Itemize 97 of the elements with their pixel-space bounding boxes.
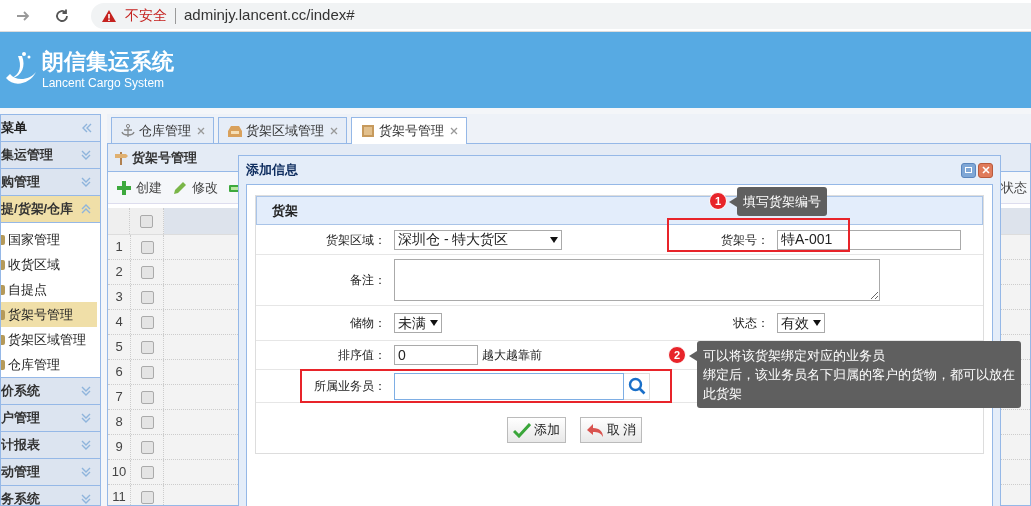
signpost-icon bbox=[114, 150, 128, 165]
tab[interactable]: 货架号管理 bbox=[351, 117, 467, 144]
expand-icon bbox=[80, 492, 92, 505]
checkbox[interactable] bbox=[140, 365, 154, 379]
menu-group[interactable]: 价系统 bbox=[1, 378, 100, 405]
menu-item[interactable]: 国家管理 bbox=[1, 227, 97, 252]
row-number: 4 bbox=[114, 313, 124, 332]
anchor-icon bbox=[120, 122, 136, 139]
checkbox[interactable] bbox=[140, 465, 154, 479]
caret-icon bbox=[430, 320, 438, 326]
select-field[interactable]: 有效 bbox=[777, 313, 825, 333]
tab[interactable]: 仓库管理 bbox=[111, 117, 214, 143]
maximize-icon bbox=[965, 167, 972, 173]
menu-group[interactable]: 务系统 bbox=[1, 486, 100, 505]
expand-icon bbox=[80, 175, 92, 189]
row-number: 3 bbox=[114, 288, 124, 307]
close-button[interactable] bbox=[978, 162, 993, 178]
collapse-icon bbox=[80, 202, 92, 216]
row-number: 7 bbox=[114, 388, 124, 407]
hint-text: 越大越靠前 bbox=[482, 347, 542, 364]
app-subtitle: Lancent Cargo System bbox=[42, 75, 166, 91]
maximize-button[interactable] bbox=[961, 162, 976, 178]
row-number: 2 bbox=[114, 263, 124, 282]
tooltip: 填写货架编号 bbox=[729, 187, 827, 216]
field-label: 备注： bbox=[349, 272, 387, 289]
field-label: 货架号： bbox=[720, 231, 770, 249]
input-field[interactable] bbox=[394, 372, 624, 400]
search-button[interactable] bbox=[624, 372, 650, 400]
tooltip: 可以将该货架绑定对应的业务员 绑定后，该业务员名下归属的客户的货物，都可以放在 此货架 bbox=[689, 341, 1021, 408]
field-label: 货架区域： bbox=[325, 231, 387, 249]
expand-icon bbox=[80, 411, 92, 425]
check-icon bbox=[512, 422, 531, 438]
input-field[interactable]: 0 bbox=[394, 345, 478, 365]
row-number: 8 bbox=[114, 413, 124, 432]
menu-item[interactable]: 货架号管理 bbox=[1, 302, 97, 327]
expand-icon bbox=[80, 465, 92, 479]
menu-group[interactable]: 提/货架/仓库 bbox=[1, 196, 100, 223]
input-field[interactable]: 特A-001 bbox=[777, 229, 961, 250]
checkbox[interactable] bbox=[140, 240, 154, 254]
menu-group[interactable]: 动管理 bbox=[1, 459, 100, 486]
undo-arrow-icon bbox=[585, 422, 604, 438]
field-label: 储物： bbox=[349, 315, 387, 332]
box-icon bbox=[360, 123, 376, 139]
expand-icon bbox=[80, 384, 92, 398]
caret-icon bbox=[813, 320, 821, 326]
plus-icon bbox=[116, 179, 132, 196]
menu-item[interactable]: 仓库管理 bbox=[1, 352, 97, 377]
row-number: 6 bbox=[114, 363, 124, 382]
menu-item[interactable]: 货架区域管理 bbox=[1, 327, 97, 352]
close-icon bbox=[197, 126, 205, 135]
warning-icon bbox=[101, 8, 117, 23]
row-number: 5 bbox=[114, 338, 124, 357]
menu-item[interactable]: 自提点 bbox=[1, 277, 97, 302]
field-label: 状态： bbox=[732, 315, 770, 332]
checkbox[interactable] bbox=[140, 415, 154, 429]
toolbar-button[interactable]: 创建 bbox=[116, 177, 162, 198]
menu-item[interactable]: 收货区域 bbox=[1, 252, 97, 277]
row-number: 11 bbox=[111, 488, 127, 505]
checkbox[interactable] bbox=[140, 340, 154, 354]
close-icon bbox=[981, 166, 990, 174]
row-number: 10 bbox=[110, 463, 128, 482]
close-icon bbox=[330, 126, 338, 135]
checkbox[interactable] bbox=[140, 490, 154, 504]
address-bar[interactable]: 不安全 adminjy.lancent.cc/index# bbox=[91, 2, 1031, 29]
checkbox[interactable] bbox=[140, 315, 154, 329]
close-icon bbox=[450, 127, 458, 135]
toolbar-button[interactable]: 修改 bbox=[172, 177, 218, 198]
app-title: 朗信集运系统 bbox=[42, 49, 174, 75]
notes-field[interactable] bbox=[394, 259, 880, 301]
tab[interactable]: 货架区域管理 bbox=[218, 117, 347, 143]
pencil-icon bbox=[172, 179, 188, 196]
panel-title: 货架号管理 bbox=[132, 148, 197, 167]
field-label: 排序值： bbox=[337, 347, 387, 364]
dialog-button[interactable]: 添加 bbox=[506, 417, 566, 443]
collapse-icon bbox=[80, 122, 92, 134]
checkbox[interactable] bbox=[140, 265, 154, 279]
select-field[interactable]: 深圳仓 - 特大货区 bbox=[394, 229, 562, 250]
menu-group[interactable]: 计报表 bbox=[1, 432, 100, 459]
checkbox[interactable] bbox=[140, 214, 153, 228]
menu-group[interactable]: 户管理 bbox=[1, 405, 100, 432]
sidebar-title: 菜单 bbox=[1, 119, 27, 138]
expand-icon bbox=[80, 148, 92, 162]
expand-icon bbox=[80, 438, 92, 452]
row-number: 9 bbox=[114, 438, 124, 457]
url-text: adminjy.lancent.cc/index# bbox=[184, 5, 355, 26]
checkbox[interactable] bbox=[140, 290, 154, 304]
checkbox[interactable] bbox=[140, 390, 154, 404]
reload-icon bbox=[54, 7, 70, 24]
menu-group[interactable]: 购管理 bbox=[1, 169, 100, 196]
security-label: 不安全 bbox=[125, 6, 167, 25]
select-field[interactable]: 未满 bbox=[394, 313, 442, 333]
dialog-button[interactable]: 取 消 bbox=[579, 417, 643, 443]
menu-group[interactable]: 集运管理 bbox=[1, 142, 100, 169]
row-number: 1 bbox=[114, 238, 124, 257]
field-label: 所属业务员： bbox=[313, 378, 387, 395]
dialog-title: 添加信息 bbox=[246, 161, 298, 180]
checkbox[interactable] bbox=[140, 440, 154, 454]
